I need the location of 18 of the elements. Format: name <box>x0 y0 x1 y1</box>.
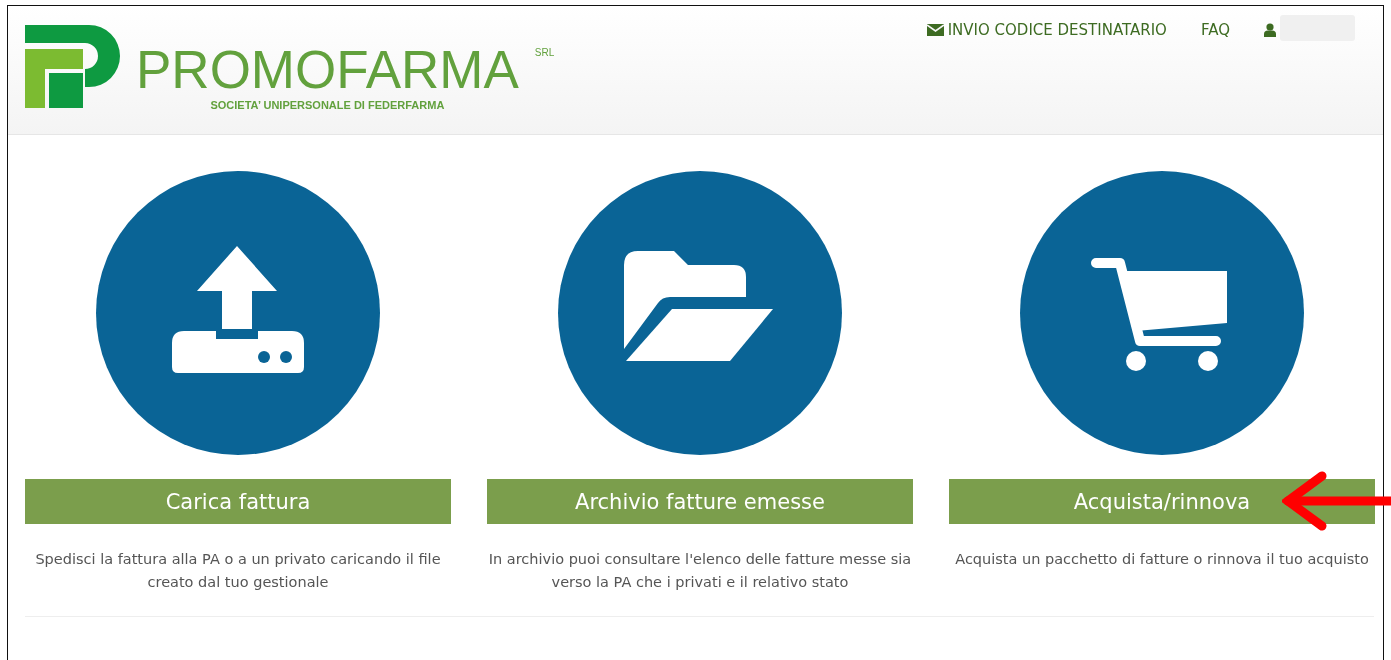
logo-wordmark: PROMOFARMA <box>136 43 519 96</box>
icon-circle[interactable] <box>1020 171 1304 455</box>
nav-link[interactable]: FAQ <box>1200 19 1230 41</box>
card-title-button[interactable]: Acquista/rinnova <box>949 479 1375 524</box>
upload-icon <box>172 246 304 373</box>
logo-suffix: SRL <box>534 47 555 58</box>
folder-icon <box>624 251 773 361</box>
card-description: Acquista un pacchetto di fatture o rinnova il tuo acquisto <box>954 550 1370 569</box>
shopping-cart-icon <box>1091 258 1227 371</box>
card-description: Spedisci la fattura alla PA o a un privato caricando il file creato dal tuo gestionale <box>34 550 442 592</box>
user-icon <box>1264 23 1276 37</box>
nav-link[interactable]: INVIO CODICE DESTINATARIO <box>926 19 1167 41</box>
card-title-button[interactable]: Archivio fatture emesse <box>487 479 913 524</box>
envelope-icon <box>926 24 944 36</box>
logo-tagline: SOCIETA’ UNIPERSONALE DI FEDERFARMA <box>210 99 445 111</box>
logo-icon <box>25 25 120 108</box>
card-title-button[interactable]: Carica fattura <box>25 479 451 524</box>
card-description: In archivio puoi consultare l'elenco delle fatture messe sia verso la PA che i privati e il relativo stato <box>487 550 913 592</box>
